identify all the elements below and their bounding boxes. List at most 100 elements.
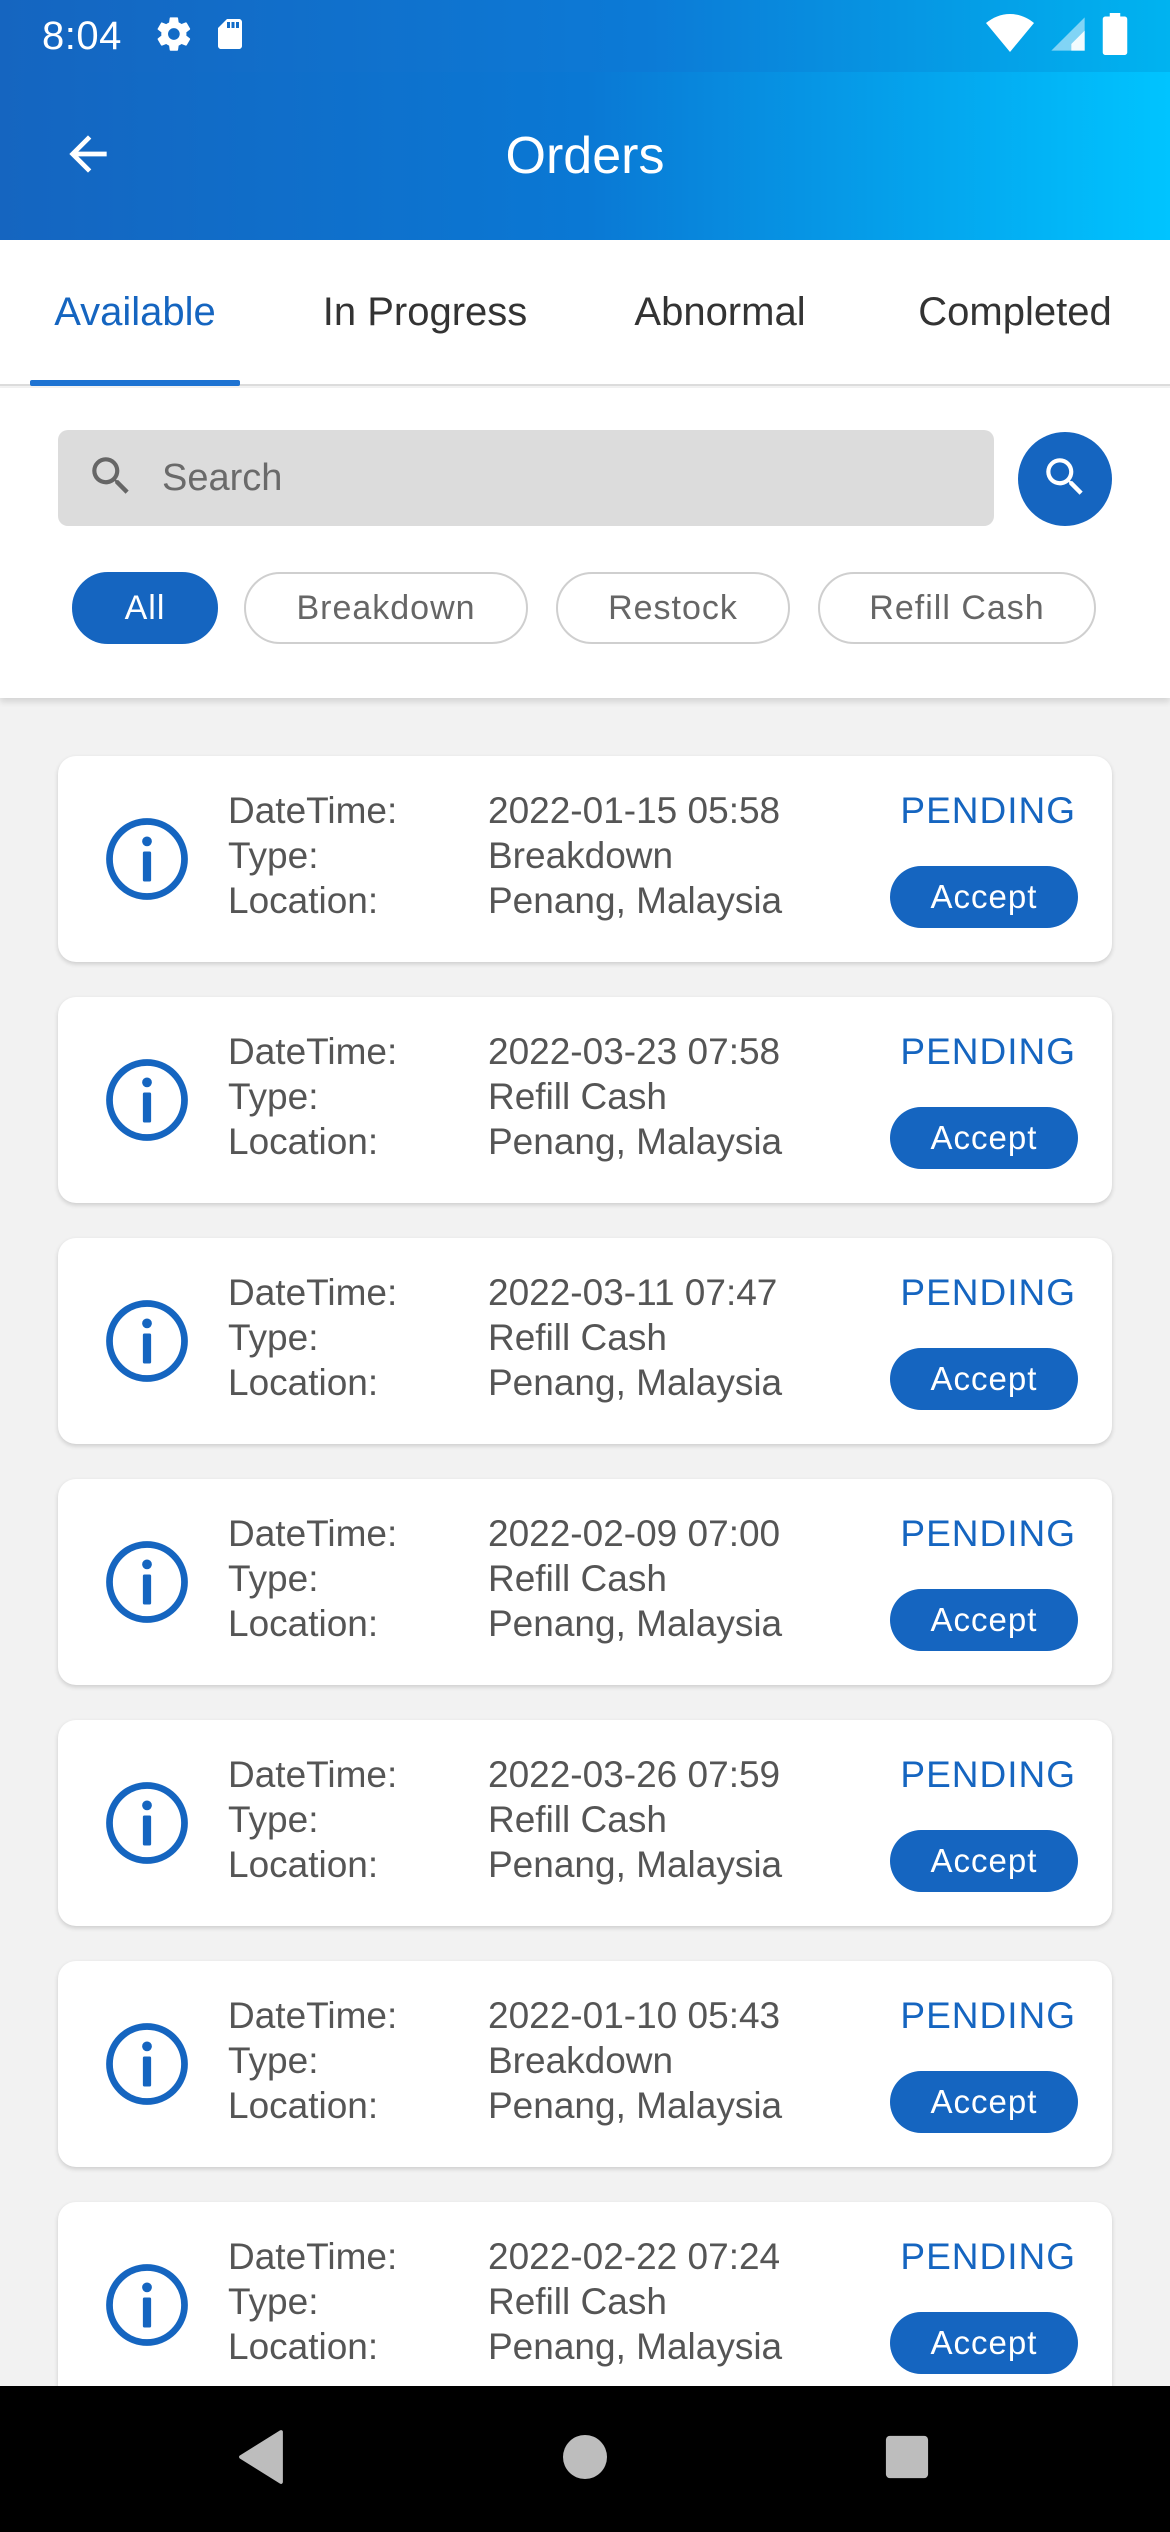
datetime-label: DateTime: [228, 1754, 398, 1795]
order-datetime: 2022-03-11 07:47 [488, 1272, 778, 1313]
order-card[interactable]: DateTime: Type: Location: 2022-01-10 05:… [58, 1961, 1112, 2167]
accept-button[interactable]: Accept [890, 2312, 1078, 2374]
order-type: Breakdown [488, 2040, 674, 2081]
accept-button[interactable]: Accept [890, 1589, 1078, 1651]
accept-button[interactable]: Accept [890, 1107, 1078, 1169]
order-labels: DateTime: Type: Location: [228, 1029, 397, 1164]
filter-chip-refill-cash[interactable]: Refill Cash [818, 572, 1096, 644]
order-card[interactable]: DateTime: Type: Location: 2022-02-22 07:… [58, 2202, 1112, 2386]
order-values: 2022-01-10 05:43 Breakdown Penang, Malay… [488, 1993, 782, 2128]
info-icon[interactable] [102, 1055, 192, 1145]
info-icon[interactable] [102, 1537, 192, 1627]
order-type: Breakdown [488, 835, 674, 876]
nav-back-button[interactable] [224, 2422, 298, 2496]
system-nav-bar [0, 2386, 1170, 2532]
accept-button[interactable]: Accept [890, 1348, 1078, 1410]
type-label: Type: [228, 1558, 319, 1599]
datetime-label: DateTime: [228, 790, 398, 831]
order-card[interactable]: DateTime: Type: Location: 2022-03-11 07:… [58, 1238, 1112, 1444]
info-icon[interactable] [102, 2260, 192, 2350]
tab-in-progress[interactable]: In Progress [300, 240, 550, 384]
status-badge: PENDING [900, 1031, 1076, 1072]
order-values: 2022-01-15 05:58 Breakdown Penang, Malay… [488, 788, 782, 923]
location-label: Location: [228, 1121, 379, 1162]
location-label: Location: [228, 2326, 379, 2367]
recents-square-icon [884, 2434, 930, 2485]
nav-home-button[interactable] [548, 2422, 622, 2496]
page-title: Orders [505, 127, 665, 185]
accept-button[interactable]: Accept [890, 1830, 1078, 1892]
sd-card-icon [212, 14, 248, 59]
info-icon[interactable] [102, 814, 192, 904]
order-type: Refill Cash [488, 2281, 667, 2322]
status-indicators [986, 12, 1128, 60]
type-label: Type: [228, 2281, 319, 2322]
gear-icon [154, 14, 194, 59]
accept-button[interactable]: Accept [890, 2071, 1078, 2133]
info-icon[interactable] [102, 1778, 192, 1868]
status-badge: PENDING [900, 2236, 1076, 2277]
status-badge: PENDING [900, 1995, 1076, 2036]
status-time: 8:04 [42, 13, 122, 58]
home-circle-icon [561, 2433, 609, 2486]
order-datetime: 2022-02-09 07:00 [488, 1513, 781, 1554]
tab-available[interactable]: Available [30, 240, 240, 384]
arrow-left-icon [60, 126, 116, 187]
datetime-label: DateTime: [228, 1513, 398, 1554]
order-type: Refill Cash [488, 1799, 667, 1840]
type-label: Type: [228, 2040, 319, 2081]
order-values: 2022-02-09 07:00 Refill Cash Penang, Mal… [488, 1511, 782, 1646]
order-labels: DateTime: Type: Location: [228, 1511, 397, 1646]
order-card[interactable]: DateTime: Type: Location: 2022-03-23 07:… [58, 997, 1112, 1203]
search-button[interactable] [1018, 432, 1112, 526]
status-badge: PENDING [900, 1272, 1076, 1313]
order-location: Penang, Malaysia [488, 1844, 783, 1885]
status-badge: PENDING [900, 1754, 1076, 1795]
nav-recents-button[interactable] [870, 2422, 944, 2496]
order-card[interactable]: DateTime: Type: Location: 2022-02-09 07:… [58, 1479, 1112, 1685]
order-values: 2022-03-23 07:58 Refill Cash Penang, Mal… [488, 1029, 782, 1164]
order-datetime: 2022-01-10 05:43 [488, 1995, 781, 2036]
type-label: Type: [228, 1799, 319, 1840]
search-icon [1040, 452, 1090, 507]
active-tab-indicator [30, 380, 240, 386]
order-location: Penang, Malaysia [488, 2326, 783, 2367]
type-label: Type: [228, 1317, 319, 1358]
order-values: 2022-03-11 07:47 Refill Cash Penang, Mal… [488, 1270, 782, 1405]
order-labels: DateTime: Type: Location: [228, 1270, 397, 1405]
filter-panel: All Breakdown Restock Refill Cash [0, 388, 1170, 698]
order-card[interactable]: DateTime: Type: Location: 2022-01-15 05:… [58, 756, 1112, 962]
order-labels: DateTime: Type: Location: [228, 1752, 397, 1887]
type-label: Type: [228, 1076, 319, 1117]
order-labels: DateTime: Type: Location: [228, 788, 397, 923]
search-box [58, 430, 994, 526]
order-card[interactable]: DateTime: Type: Location: 2022-03-26 07:… [58, 1720, 1112, 1926]
accept-button[interactable]: Accept [890, 866, 1078, 928]
location-label: Location: [228, 1362, 379, 1403]
status-bar: 8:04 [0, 0, 1170, 72]
filter-chip-all[interactable]: All [72, 572, 218, 644]
order-datetime: 2022-01-15 05:58 [488, 790, 781, 831]
back-button[interactable] [48, 116, 128, 196]
order-location: Penang, Malaysia [488, 2085, 783, 2126]
order-values: 2022-03-26 07:59 Refill Cash Penang, Mal… [488, 1752, 782, 1887]
filter-chip-breakdown[interactable]: Breakdown [244, 572, 528, 644]
search-icon [86, 451, 136, 506]
order-type: Refill Cash [488, 1076, 667, 1117]
location-label: Location: [228, 1603, 379, 1644]
status-badge: PENDING [900, 1513, 1076, 1554]
location-label: Location: [228, 880, 379, 921]
location-label: Location: [228, 1844, 379, 1885]
location-label: Location: [228, 2085, 379, 2126]
order-datetime: 2022-03-26 07:59 [488, 1754, 781, 1795]
info-icon[interactable] [102, 2019, 192, 2109]
tab-abnormal[interactable]: Abnormal [610, 240, 830, 384]
app-bar: Orders [0, 72, 1170, 240]
info-icon[interactable] [102, 1296, 192, 1386]
filter-chip-restock[interactable]: Restock [556, 572, 790, 644]
back-triangle-icon [236, 2429, 286, 2490]
order-location: Penang, Malaysia [488, 1362, 783, 1403]
search-input[interactable] [162, 456, 942, 500]
tab-completed[interactable]: Completed [890, 240, 1140, 384]
datetime-label: DateTime: [228, 2236, 398, 2277]
